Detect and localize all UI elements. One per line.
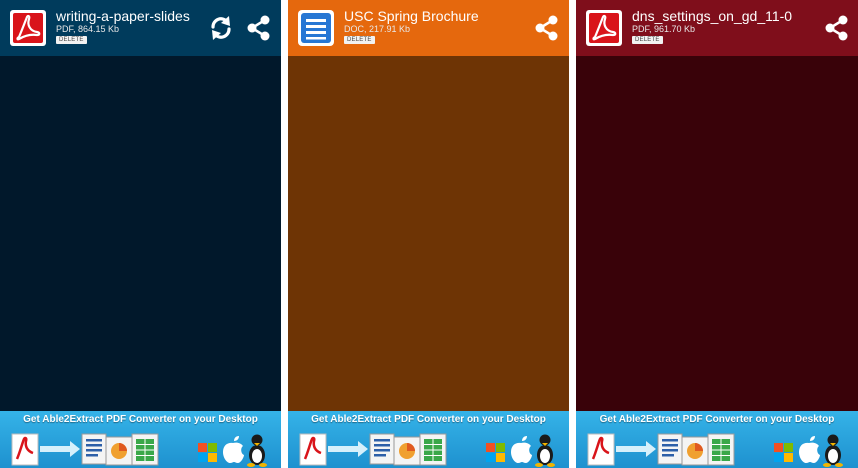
delete-button[interactable]: DELETE [56,36,87,44]
arrow-icon [40,441,80,457]
arrow-icon [616,441,656,457]
presentation-icon [105,436,133,466]
pdf-icon [10,10,46,46]
windows-icon [774,443,793,462]
document-meta: PDF, 961.70 Kb [632,24,696,34]
document-title: writing-a-paper-slides [56,8,190,24]
refresh-icon[interactable] [207,14,235,42]
windows-icon [198,443,217,462]
banner-text: Get Able2Extract PDF Converter on your D… [23,414,258,425]
pdf-icon [587,433,615,466]
document-meta: DOC, 217.91 Kb [344,24,411,34]
spreadsheet-icon [131,433,159,466]
presentation-icon [393,436,421,466]
converter-graphic [587,433,843,467]
pdf-icon [11,433,39,466]
document-card-3: dns_settings_on_gd_11-0 PDF, 961.70 Kb D… [576,0,858,468]
linux-icon [535,434,555,467]
linux-icon [247,434,267,467]
banner-text: Get Able2Extract PDF Converter on your D… [311,414,546,425]
arrow-icon [328,441,368,457]
share-icon[interactable] [823,14,851,42]
document-title: dns_settings_on_gd_11-0 [632,8,793,24]
document-card-2: USC Spring Brochure DOC, 217.91 Kb DELET… [288,0,569,468]
linux-icon [823,434,843,467]
document-preview-area[interactable] [288,56,569,411]
delete-button[interactable]: DELETE [632,36,663,44]
pdf-icon [586,10,622,46]
document-preview-area[interactable] [0,56,281,411]
presentation-icon [681,436,709,466]
doc-icon [298,10,334,46]
word-icon [81,433,107,465]
document-preview-area[interactable] [576,56,858,411]
document-card-1: writing-a-paper-slides PDF, 864.15 Kb DE… [0,0,281,468]
desktop-converter-ad-banner[interactable]: Get Able2Extract PDF Converter on your D… [576,411,858,468]
banner-text: Get Able2Extract PDF Converter on your D… [599,414,835,425]
converter-graphic [299,433,555,467]
apple-icon [511,436,532,463]
word-icon [369,433,395,465]
desktop-converter-ad-banner[interactable]: Get Able2Extract PDF Converter on your D… [288,411,569,468]
share-icon[interactable] [533,14,561,42]
spreadsheet-icon [419,433,447,466]
document-title: USC Spring Brochure [344,8,479,24]
apple-icon [223,436,244,463]
share-icon[interactable] [245,14,273,42]
desktop-converter-ad-banner[interactable]: Get Able2Extract PDF Converter on your D… [0,411,281,468]
converter-graphic [11,433,267,467]
document-header[interactable]: USC Spring Brochure DOC, 217.91 Kb DELET… [288,0,569,56]
delete-button[interactable]: DELETE [344,36,375,44]
document-header[interactable]: writing-a-paper-slides PDF, 864.15 Kb DE… [0,0,281,56]
windows-icon [486,443,505,462]
word-icon [657,433,683,465]
spreadsheet-icon [707,433,735,466]
document-header[interactable]: dns_settings_on_gd_11-0 PDF, 961.70 Kb D… [576,0,858,56]
document-meta: PDF, 864.15 Kb [56,24,120,34]
apple-icon [799,436,820,463]
pdf-icon [299,433,327,466]
